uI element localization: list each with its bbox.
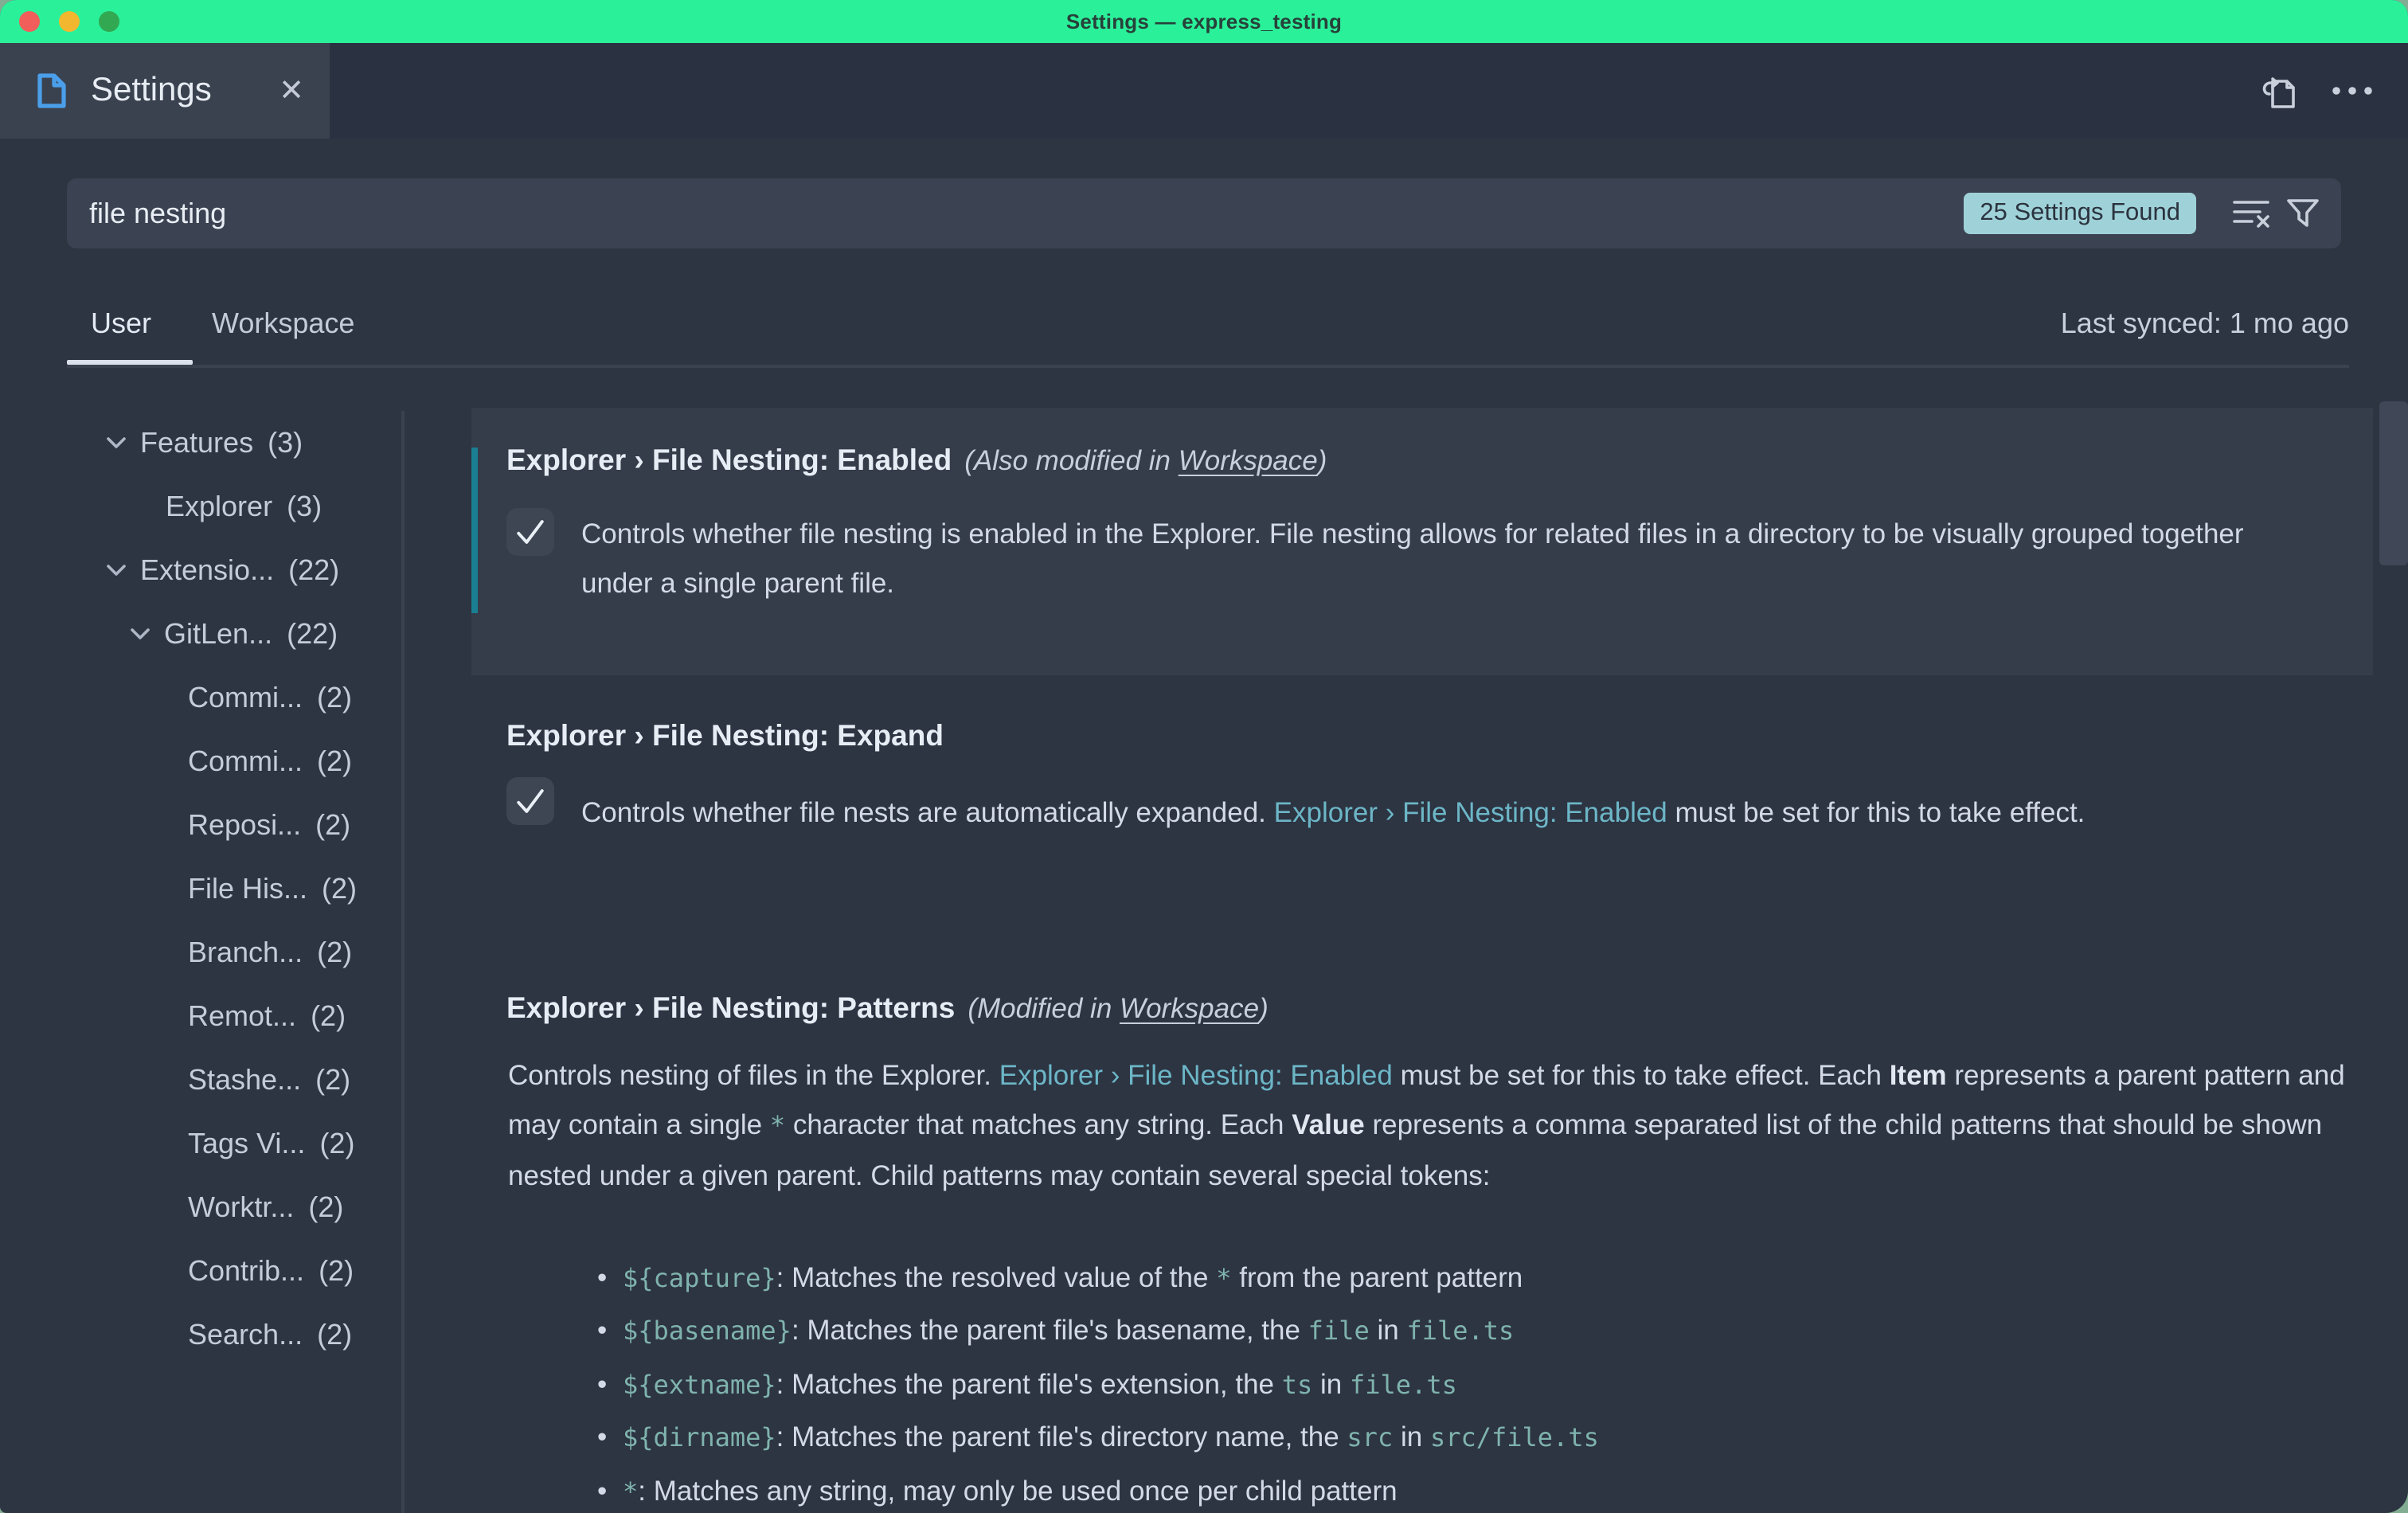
workspace-link[interactable]: Workspace [1120, 992, 1259, 1024]
toc-item-remotes[interactable]: Remot...(2) [64, 984, 401, 1048]
setting-description-patterns: Controls nesting of files in the Explore… [508, 1051, 2355, 1201]
toc-item-features[interactable]: Features(3) [64, 411, 401, 475]
file-icon [35, 72, 68, 110]
setting-title-file-nesting-expand: Explorer › File Nesting: Expand [506, 718, 944, 753]
tab-label: Settings [91, 72, 212, 110]
toc-item-commit-2[interactable]: Commi...(2) [64, 729, 401, 793]
modified-indicator-bar [471, 448, 477, 613]
tab-workspace-scope[interactable]: Workspace [212, 307, 354, 341]
vscode-settings-window: Settings — express_testing Settings ✕ [0, 0, 2408, 1513]
setting-link-file-nesting-enabled[interactable]: Explorer › File Nesting: Enabled [1274, 796, 1667, 828]
chevron-down-icon[interactable] [127, 621, 153, 647]
checkmark-icon [511, 782, 549, 820]
settings-toc: Features(3) Explorer(3) Extensio...(22) … [64, 411, 401, 1366]
toc-item-stashes[interactable]: Stashe...(2) [64, 1048, 401, 1112]
ellipsis-icon[interactable] [2332, 84, 2373, 97]
open-settings-json-icon[interactable] [2257, 69, 2300, 112]
filter-icon[interactable] [2284, 194, 2322, 233]
setting-description-expand: Controls whether file nests are automati… [581, 788, 2357, 838]
setting-description: Controls whether file nesting is enabled… [581, 510, 2320, 608]
content-scrollbar[interactable] [2379, 401, 2408, 565]
titlebar: Settings — express_testing [0, 0, 2408, 43]
toc-item-worktrees[interactable]: Worktr...(2) [64, 1175, 401, 1239]
minimize-window-button[interactable] [59, 11, 80, 32]
checkbox-file-nesting-expand[interactable] [506, 777, 554, 825]
toc-content-divider [401, 411, 404, 1513]
toc-item-contributors[interactable]: Contrib...(2) [64, 1239, 401, 1303]
toc-item-tags-views[interactable]: Tags Vi...(2) [64, 1112, 401, 1175]
settings-search-input[interactable]: file nesting 25 Settings Found [67, 178, 2341, 248]
list-item: •${capture}: Matches the resolved value … [597, 1252, 2355, 1305]
workspace-link[interactable]: Workspace [1179, 444, 1318, 476]
zoom-window-button[interactable] [99, 11, 119, 32]
chevron-down-icon[interactable] [104, 430, 129, 455]
screen: Settings — express_testing Settings ✕ [0, 0, 2408, 1513]
setting-link-file-nesting-enabled[interactable]: Explorer › File Nesting: Enabled [999, 1059, 1393, 1091]
checkmark-icon [511, 513, 549, 551]
toc-item-commit[interactable]: Commi...(2) [64, 666, 401, 729]
toc-item-file-history[interactable]: File His...(2) [64, 857, 401, 921]
list-item: •${extname}: Matches the parent file's e… [597, 1359, 2355, 1412]
chevron-down-icon[interactable] [104, 557, 129, 583]
traffic-lights [19, 0, 119, 43]
editor-tab-strip: Settings ✕ [0, 43, 2408, 139]
setting-title-file-nesting-patterns: Explorer › File Nesting: Patterns(Modifi… [506, 991, 1268, 1026]
toc-item-repositories[interactable]: Reposi...(2) [64, 793, 401, 857]
tab-user-scope[interactable]: User [91, 307, 151, 341]
results-count-badge: 25 Settings Found [1964, 193, 2196, 234]
setting-row-file-nesting-enabled: Explorer › File Nesting: Enabled(Also mo… [471, 408, 2373, 675]
clear-search-filters-icon[interactable] [2231, 196, 2271, 231]
toc-item-gitlens[interactable]: GitLen...(22) [64, 602, 401, 666]
pattern-token-list: •${capture}: Matches the resolved value … [597, 1252, 2355, 1513]
search-query-text: file nesting [89, 197, 1964, 230]
close-tab-icon[interactable]: ✕ [279, 76, 304, 106]
list-item: •${dirname}: Matches the parent file's d… [597, 1411, 2355, 1464]
toc-item-search[interactable]: Search...(2) [64, 1303, 401, 1366]
toc-item-extensions[interactable]: Extensio...(22) [64, 538, 401, 602]
close-window-button[interactable] [19, 11, 40, 32]
toc-item-explorer[interactable]: Explorer(3) [64, 475, 401, 538]
checkbox-file-nesting-enabled[interactable] [506, 508, 554, 556]
editor-actions [2257, 43, 2373, 139]
tab-settings[interactable]: Settings ✕ [0, 43, 330, 139]
toc-item-branches[interactable]: Branch...(2) [64, 921, 401, 984]
scope-divider [67, 365, 2349, 367]
list-item: •${basename}: Matches the parent file's … [597, 1305, 2355, 1359]
last-synced-label: Last synced: 1 mo ago [2061, 307, 2349, 341]
list-item: •*: Matches any string, may only be used… [597, 1464, 2355, 1513]
window-title: Settings — express_testing [1066, 10, 1342, 33]
setting-title: Explorer › File Nesting: Enabled(Also mo… [506, 443, 1327, 478]
